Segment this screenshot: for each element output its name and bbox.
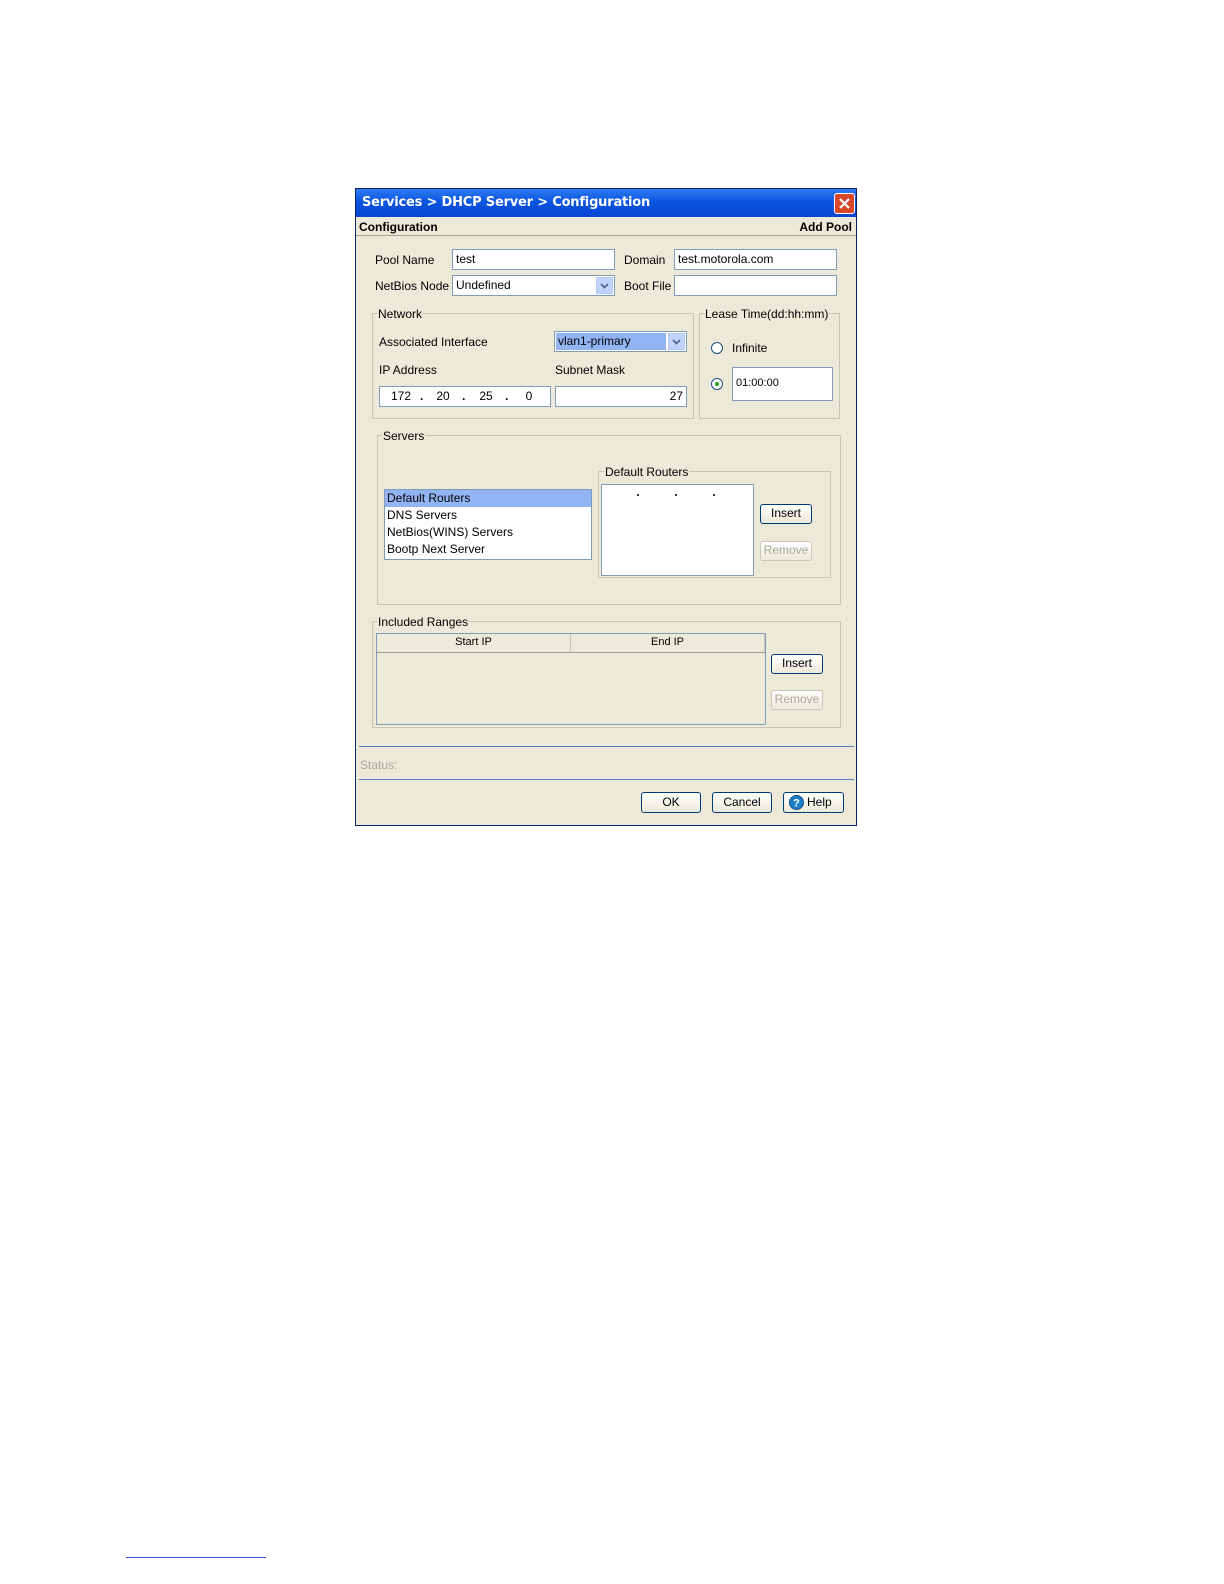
associated-interface-label: Associated Interface bbox=[379, 335, 488, 349]
lease-time-input[interactable]: 01:00:00 bbox=[732, 367, 833, 401]
subnet-mask-input[interactable]: 27 bbox=[555, 386, 687, 407]
ip-dot: . bbox=[505, 389, 509, 403]
ranges-table[interactable]: Start IP End IP bbox=[376, 633, 766, 725]
start-ip-column-header[interactable]: Start IP bbox=[377, 634, 571, 653]
ip-octet[interactable]: 25 bbox=[475, 389, 497, 404]
lease-time-legend: Lease Time(dd:hh:mm) bbox=[704, 307, 830, 321]
section-title: Configuration bbox=[359, 220, 438, 234]
list-item[interactable]: Default Routers bbox=[385, 490, 591, 507]
default-routers-legend: Default Routers bbox=[604, 465, 690, 479]
netbios-node-label: NetBios Node bbox=[375, 279, 450, 293]
status-divider-top bbox=[359, 746, 854, 747]
window-title: Services > DHCP Server > Configuration bbox=[362, 195, 651, 210]
domain-input[interactable]: test.motorola.com bbox=[674, 249, 837, 270]
ip-address-label: IP Address bbox=[379, 363, 437, 377]
ok-button[interactable]: OK bbox=[641, 792, 701, 813]
ip-octet[interactable]: 20 bbox=[432, 389, 454, 404]
ip-address-input[interactable]: 172 . 20 . 25 . 0 bbox=[379, 386, 551, 407]
pool-name-label: Pool Name bbox=[375, 253, 435, 267]
boot-file-label: Boot File bbox=[624, 279, 672, 293]
close-button[interactable] bbox=[834, 193, 855, 214]
subnet-mask-label: Subnet Mask bbox=[555, 363, 626, 377]
status-label: Status: bbox=[360, 758, 398, 772]
network-legend: Network bbox=[377, 307, 424, 321]
close-icon bbox=[839, 198, 850, 209]
default-routers-list[interactable] bbox=[601, 484, 754, 576]
help-button[interactable]: ? Help bbox=[783, 792, 844, 813]
servers-legend: Servers bbox=[382, 429, 426, 443]
insert-range-button[interactable]: Insert bbox=[771, 654, 823, 674]
lease-time-radio[interactable] bbox=[711, 378, 723, 390]
chevron-down-icon[interactable] bbox=[668, 333, 685, 350]
pool-name-input[interactable]: test bbox=[452, 249, 615, 270]
chevron-down-icon[interactable] bbox=[596, 277, 613, 294]
associated-interface-value: vlan1-primary bbox=[556, 333, 666, 350]
list-item[interactable]: Bootp Next Server bbox=[385, 541, 591, 558]
radio-selected-dot bbox=[715, 382, 719, 386]
boot-file-input[interactable] bbox=[674, 275, 837, 296]
server-type-list[interactable]: Default Routers DNS Servers NetBios(WINS… bbox=[384, 489, 592, 560]
ip-dot: . bbox=[462, 389, 466, 403]
list-item[interactable]: NetBios(WINS) Servers bbox=[385, 524, 591, 541]
help-label: Help bbox=[807, 795, 832, 809]
associated-interface-select[interactable]: vlan1-primary bbox=[554, 331, 687, 352]
list-item[interactable]: DNS Servers bbox=[385, 507, 591, 524]
help-icon: ? bbox=[789, 795, 804, 810]
cancel-button[interactable]: Cancel bbox=[712, 792, 772, 813]
netbios-node-select[interactable]: Undefined bbox=[452, 275, 615, 296]
footnote-rule bbox=[126, 1557, 266, 1558]
infinite-label: Infinite bbox=[732, 341, 768, 355]
end-ip-column-header[interactable]: End IP bbox=[571, 634, 765, 653]
insert-server-button[interactable]: Insert bbox=[760, 504, 812, 524]
ip-octet[interactable]: 0 bbox=[518, 389, 540, 404]
netbios-node-value: Undefined bbox=[456, 278, 511, 292]
ip-octet[interactable]: 172 bbox=[390, 389, 412, 404]
mode-label: Add Pool bbox=[799, 220, 852, 234]
domain-label: Domain bbox=[624, 253, 666, 267]
lease-time-group bbox=[699, 313, 840, 419]
infinite-radio[interactable] bbox=[711, 342, 723, 354]
dhcp-config-dialog: Services > DHCP Server > Configuration C… bbox=[355, 188, 857, 826]
title-bar[interactable]: Services > DHCP Server > Configuration bbox=[356, 189, 856, 217]
svg-text:?: ? bbox=[793, 798, 800, 810]
ip-separator-dots bbox=[637, 494, 715, 496]
status-divider-bottom bbox=[359, 779, 854, 780]
ip-dot: . bbox=[420, 389, 424, 403]
included-ranges-legend: Included Ranges bbox=[377, 615, 470, 629]
header-divider bbox=[356, 235, 856, 236]
remove-server-button[interactable]: Remove bbox=[760, 541, 812, 561]
remove-range-button[interactable]: Remove bbox=[771, 690, 823, 710]
